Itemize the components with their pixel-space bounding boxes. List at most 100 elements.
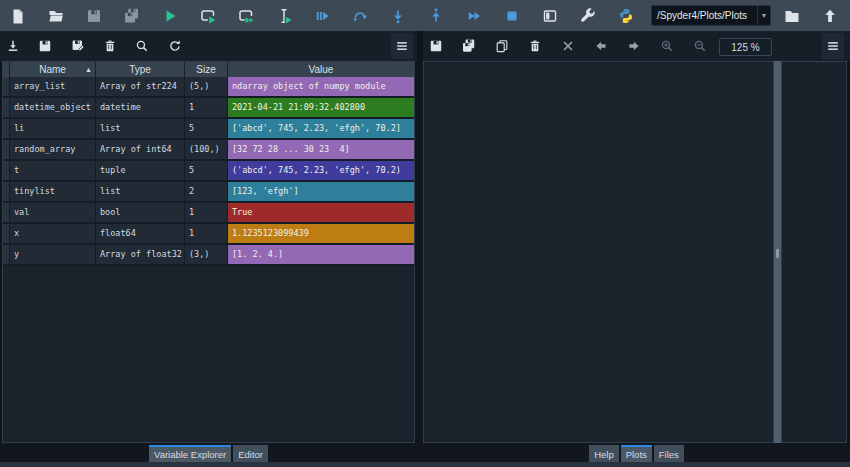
working-directory-combobox[interactable]: /Spyder4/Plots/Plots ▾ xyxy=(651,5,771,26)
preferences-wrench-icon[interactable] xyxy=(580,8,596,24)
cell-name[interactable]: tinylist xyxy=(10,182,96,203)
cell-name[interactable]: val xyxy=(10,203,96,224)
cell-value[interactable]: True xyxy=(228,203,414,224)
chevron-down-icon[interactable]: ▾ xyxy=(757,6,770,25)
row-header xyxy=(3,77,10,98)
cell-size: (3,) xyxy=(185,245,228,266)
save-icon[interactable] xyxy=(86,8,102,24)
zoom-in-icon[interactable] xyxy=(660,39,674,53)
cell-name[interactable]: array_list xyxy=(10,77,96,98)
import-data-icon[interactable] xyxy=(6,39,20,53)
cell-value[interactable]: ndarray object of numpy module xyxy=(228,77,414,98)
plot-thumbnails-pane xyxy=(781,61,847,443)
table-row[interactable]: val bool 1 True xyxy=(3,203,414,224)
copy-plot-icon[interactable] xyxy=(495,39,509,53)
close-all-plots-icon[interactable] xyxy=(561,39,575,53)
cell-value[interactable]: 2021-04-21 21:09:32.402800 xyxy=(228,98,414,119)
cell-type: float64 xyxy=(96,224,185,245)
options-menu-icon[interactable] xyxy=(826,39,840,53)
save-data-as-icon[interactable] xyxy=(71,39,85,53)
run-icon[interactable] xyxy=(162,8,178,24)
cell-size: 5 xyxy=(185,119,228,140)
cell-name[interactable]: y xyxy=(10,245,96,266)
splitter-handle xyxy=(776,249,779,258)
python-logo-icon[interactable] xyxy=(618,8,634,24)
open-directory-icon[interactable] xyxy=(784,8,800,24)
cell-name[interactable]: random_array xyxy=(10,140,96,161)
column-header-value[interactable]: Value xyxy=(228,62,414,77)
table-row[interactable]: tinylist list 2 [123, 'efgh'] xyxy=(3,182,414,203)
rerun-cell-icon[interactable] xyxy=(352,8,368,24)
next-plot-icon[interactable] xyxy=(627,39,641,53)
tab-editor[interactable]: Editor xyxy=(233,445,268,462)
column-header-type[interactable]: Type xyxy=(96,62,185,77)
open-file-icon[interactable] xyxy=(48,8,64,24)
variable-explorer-toolbar xyxy=(0,31,417,61)
search-icon[interactable] xyxy=(135,39,149,53)
new-file-icon[interactable] xyxy=(10,8,26,24)
tab-help[interactable]: Help xyxy=(589,445,619,462)
save-all-plots-icon[interactable] xyxy=(462,39,476,53)
column-header-size[interactable]: Size xyxy=(185,62,228,77)
working-directory-value[interactable]: /Spyder4/Plots/Plots xyxy=(652,10,757,21)
main-toolbar: /Spyder4/Plots/Plots ▾ xyxy=(0,0,850,31)
tab-files[interactable]: Files xyxy=(654,445,684,462)
cell-value[interactable]: [123, 'efgh'] xyxy=(228,182,414,203)
row-header xyxy=(3,182,10,203)
cell-type: Array of int64 xyxy=(96,140,185,161)
zoom-out-icon[interactable] xyxy=(693,39,707,53)
row-header xyxy=(3,161,10,182)
cell-name[interactable]: x xyxy=(10,224,96,245)
maximize-pane-icon[interactable] xyxy=(542,8,558,24)
cell-type: Array of str224 xyxy=(96,77,185,98)
cell-size: 1 xyxy=(185,203,228,224)
table-row[interactable]: random_array Array of int64 (100,) [32 7… xyxy=(3,140,414,161)
row-header xyxy=(3,203,10,224)
options-menu-icon[interactable] xyxy=(395,39,409,53)
table-row[interactable]: y Array of float32 (3,) [1. 2. 4.] xyxy=(3,245,414,266)
zoom-level-spinbox[interactable]: 125 % xyxy=(719,38,772,56)
plots-splitter[interactable] xyxy=(774,61,781,443)
left-pane-tabs: Variable ExplorerEditor xyxy=(0,443,417,462)
remove-plot-trash-icon[interactable] xyxy=(528,39,542,53)
save-all-icon[interactable] xyxy=(124,8,140,24)
corner-header xyxy=(3,62,10,77)
cell-value[interactable]: ('abcd', 745, 2.23, 'efgh', 70.2) xyxy=(228,161,414,182)
cell-value[interactable]: [32 72 28 ... 30 23 4] xyxy=(228,140,414,161)
table-row[interactable]: array_list Array of str224 (5,) ndarray … xyxy=(3,77,414,98)
save-data-icon[interactable] xyxy=(38,39,52,53)
table-row[interactable]: t tuple 5 ('abcd', 745, 2.23, 'efgh', 70… xyxy=(3,161,414,182)
debug-file-icon[interactable] xyxy=(314,8,330,24)
variable-explorer-table: Name▲ Type Size Value array_list Array o… xyxy=(2,61,415,443)
column-header-name[interactable]: Name▲ xyxy=(10,62,96,77)
cell-value[interactable]: 1.1235123099439 xyxy=(228,224,414,245)
tab-variable-explorer[interactable]: Variable Explorer xyxy=(149,445,231,462)
table-row[interactable]: x float64 1 1.1235123099439 xyxy=(3,224,414,245)
remove-variables-trash-icon[interactable] xyxy=(103,39,117,53)
cell-type: tuple xyxy=(96,161,185,182)
refresh-icon[interactable] xyxy=(168,39,182,53)
step-return-icon[interactable] xyxy=(428,8,444,24)
run-selection-icon[interactable] xyxy=(276,8,292,24)
table-header: Name▲ Type Size Value xyxy=(3,62,414,77)
run-cell-advance-icon[interactable] xyxy=(238,8,254,24)
cell-size: (5,) xyxy=(185,77,228,98)
stop-icon[interactable] xyxy=(504,8,520,24)
cell-value[interactable]: ['abcd', 745, 2.23, 'efgh', 70.2] xyxy=(228,119,414,140)
plot-canvas xyxy=(423,61,774,443)
cell-name[interactable]: t xyxy=(10,161,96,182)
step-into-icon[interactable] xyxy=(390,8,406,24)
cell-type: bool xyxy=(96,203,185,224)
run-cell-icon[interactable] xyxy=(200,8,216,24)
row-header xyxy=(3,224,10,245)
cell-name[interactable]: li xyxy=(10,119,96,140)
go-up-icon[interactable] xyxy=(822,8,838,24)
continue-icon[interactable] xyxy=(466,8,482,24)
save-plot-icon[interactable] xyxy=(429,39,443,53)
tab-plots[interactable]: Plots xyxy=(621,445,652,462)
previous-plot-icon[interactable] xyxy=(594,39,608,53)
cell-value[interactable]: [1. 2. 4.] xyxy=(228,245,414,266)
table-row[interactable]: datetime_object datetime 1 2021-04-21 21… xyxy=(3,98,414,119)
table-row[interactable]: li list 5 ['abcd', 745, 2.23, 'efgh', 70… xyxy=(3,119,414,140)
cell-name[interactable]: datetime_object xyxy=(10,98,96,119)
